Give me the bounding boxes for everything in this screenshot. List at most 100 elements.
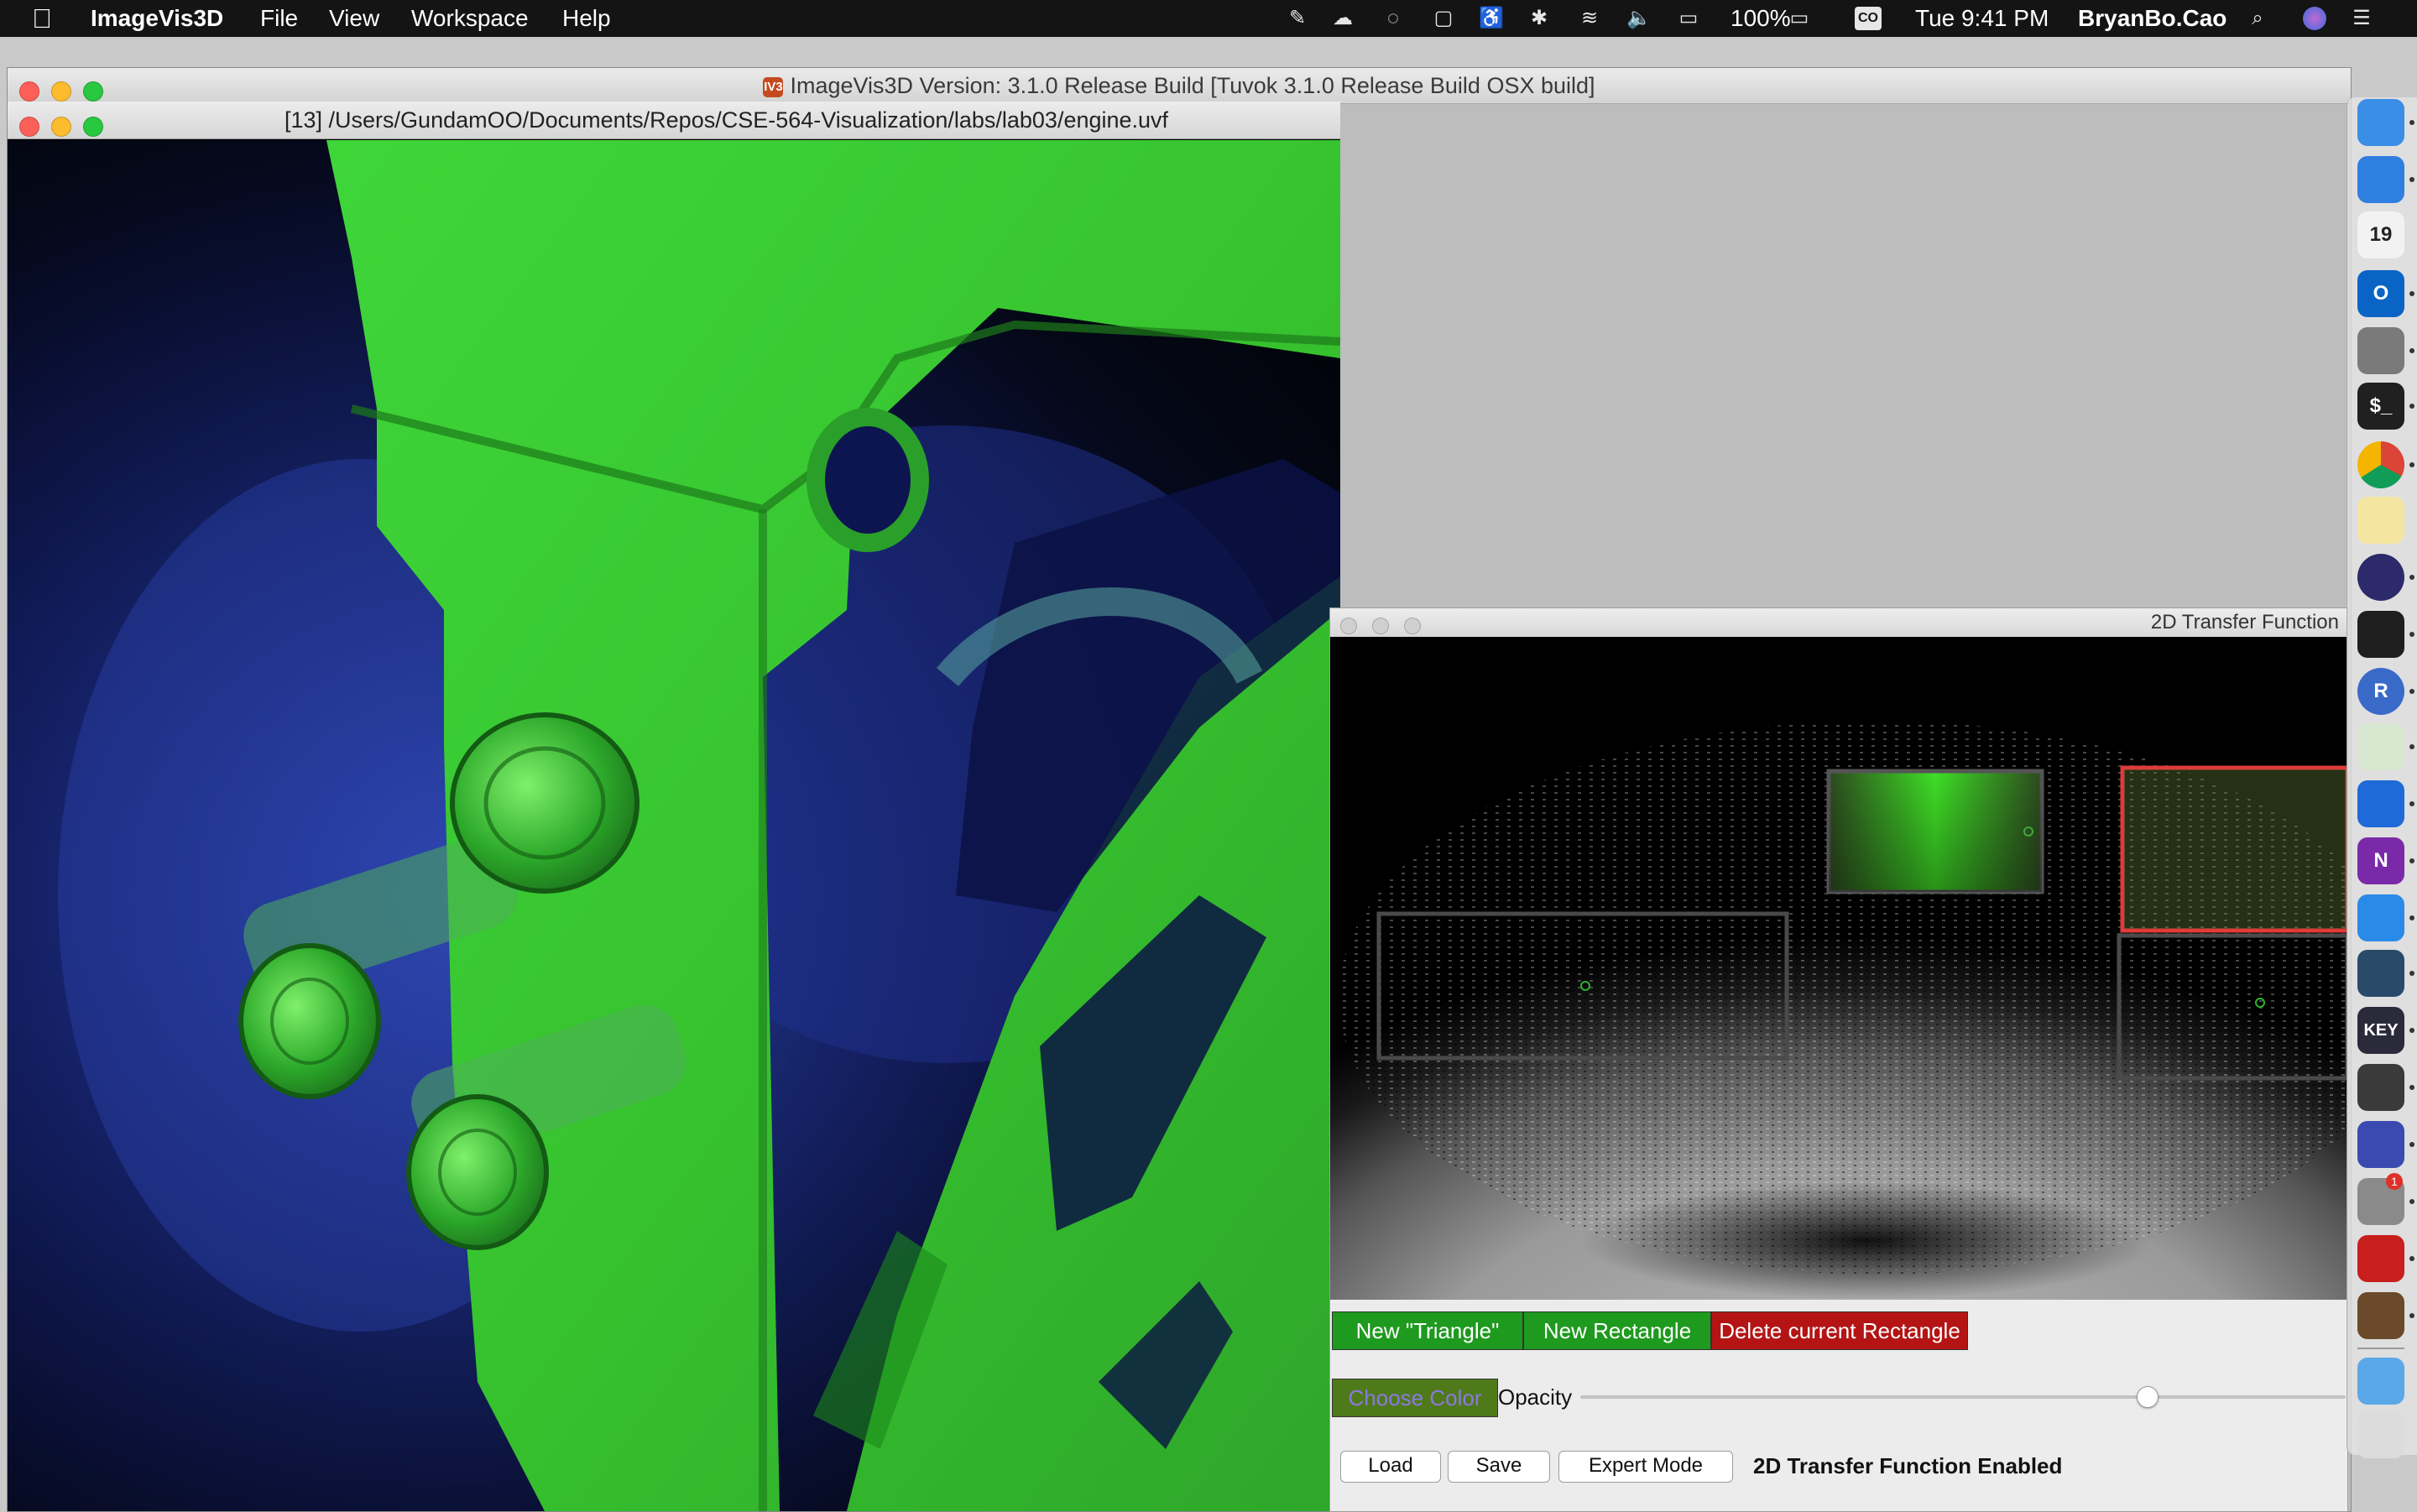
save-button[interactable]: Save — [1448, 1451, 1550, 1483]
load-button[interactable]: Load — [1340, 1451, 1441, 1483]
new-triangle-button[interactable]: New "Triangle" — [1332, 1311, 1523, 1350]
dock: 19 O $_ R N KEY 1 — [2347, 97, 2417, 1458]
menu-bar:  ImageVis3D File View Workspace Help ✎ … — [0, 0, 2417, 37]
zoom-icon[interactable] — [2357, 894, 2404, 941]
imagevis3d-icon[interactable] — [2357, 1292, 2404, 1339]
menu-help[interactable]: Help — [562, 0, 611, 37]
render-zoom-button[interactable] — [83, 117, 103, 137]
opacity-slider[interactable] — [1580, 1386, 2346, 1408]
close-button[interactable] — [19, 81, 39, 102]
dock-separator — [2357, 1348, 2404, 1349]
notification-center-icon[interactable]: ☰ — [2350, 7, 2373, 30]
menu-view[interactable]: View — [329, 0, 379, 37]
dock-running-indicator — [2409, 462, 2414, 467]
imagevis3d-logo: IV3 — [763, 76, 784, 97]
dock-running-indicator — [2409, 971, 2414, 976]
render-minimize-button[interactable] — [51, 117, 71, 137]
volume-render-viewport[interactable] — [8, 140, 1340, 1511]
tf-window-title: 2D Transfer Function — [2150, 611, 2339, 633]
user-name[interactable]: BryanBo.Cao — [2078, 0, 2226, 37]
tf-status-text: 2D Transfer Function Enabled — [1753, 1453, 2063, 1478]
tf-window-titlebar[interactable]: 2D Transfer Function — [1330, 608, 2347, 638]
dock-running-indicator — [2409, 801, 2414, 806]
onenote-icon[interactable]: N — [2357, 837, 2404, 884]
maps-icon[interactable] — [2357, 723, 2404, 770]
davinci-icon[interactable] — [2357, 1064, 2404, 1111]
chrome-icon[interactable] — [2357, 441, 2404, 488]
expert-mode-button[interactable]: Expert Mode — [1558, 1451, 1733, 1483]
terminal-icon[interactable]: $_ — [2357, 383, 2404, 430]
tf-close-button[interactable] — [1340, 618, 1357, 634]
launchpad-icon[interactable] — [2357, 327, 2404, 374]
volume-icon[interactable]: 🔈 — [1626, 7, 1652, 30]
dock-running-indicator — [2409, 575, 2414, 580]
sync-status-icon[interactable]: ◌ — [1381, 7, 1405, 30]
dock-running-indicator — [2409, 120, 2414, 125]
dock-running-indicator — [2409, 632, 2414, 637]
tf-histogram-canvas[interactable] — [1330, 637, 2347, 1300]
co-badge[interactable]: CO — [1855, 7, 1882, 30]
tf-histogram — [1330, 637, 2347, 1300]
engine-volume-rendering — [8, 140, 1340, 1511]
bluetooth-icon[interactable]: ✱ — [1527, 7, 1551, 30]
downloads-folder-icon[interactable] — [2357, 1358, 2404, 1405]
dock-running-indicator — [2409, 348, 2414, 353]
dock-notification-badge: 1 — [2386, 1173, 2403, 1190]
calendar-icon[interactable]: 19 — [2357, 211, 2404, 258]
dock-running-indicator — [2409, 1313, 2414, 1318]
transfer-function-window: 2D Transfer Function New "Triangle" New … — [1329, 607, 2348, 1512]
dock-running-indicator — [2409, 1199, 2414, 1204]
pen-status-icon[interactable]: ✎ — [1286, 7, 1309, 30]
dock-running-indicator — [2409, 1256, 2414, 1261]
app-menu[interactable]: ImageVis3D — [91, 0, 223, 37]
quicktime-icon[interactable] — [2357, 950, 2404, 997]
acrobat-icon[interactable] — [2357, 1235, 2404, 1282]
tf-zoom-button[interactable] — [1404, 618, 1421, 634]
apple-icon[interactable]:  — [32, 0, 52, 37]
finder-icon[interactable] — [2357, 99, 2404, 146]
menu-file[interactable]: File — [260, 0, 298, 37]
dock-running-indicator — [2409, 1085, 2414, 1090]
battery-percent[interactable]: 100% — [1731, 0, 1791, 37]
teamviewer-icon[interactable] — [2357, 780, 2404, 827]
airplay-icon[interactable]: ▭ — [1677, 7, 1700, 30]
dock-running-indicator — [2409, 177, 2414, 182]
color-icon[interactable] — [2357, 1121, 2404, 1168]
pen-app-icon[interactable] — [2357, 156, 2404, 203]
siri-icon[interactable] — [2303, 7, 2326, 30]
battery-icon[interactable]: ▭ — [1783, 7, 1816, 30]
dock-running-indicator — [2409, 1142, 2414, 1147]
keynote-icon[interactable]: KEY — [2357, 1007, 2404, 1054]
notes-icon[interactable] — [2357, 497, 2404, 544]
activity-monitor-icon[interactable] — [2357, 611, 2404, 658]
main-window-title: ImageVis3D Version: 3.1.0 Release Build … — [790, 73, 1595, 98]
choose-color-button[interactable]: Choose Color — [1332, 1379, 1498, 1417]
menu-workspace[interactable]: Workspace — [411, 0, 529, 37]
spotlight-search-icon[interactable]: ⌕ — [2246, 7, 2269, 30]
window-status-icon[interactable]: ▢ — [1432, 7, 1455, 30]
dock-running-indicator — [2409, 1028, 2414, 1033]
opacity-label: Opacity — [1498, 1384, 1573, 1410]
dock-running-indicator — [2409, 689, 2414, 694]
opacity-slider-thumb[interactable] — [2136, 1386, 2159, 1408]
accessibility-icon[interactable]: ♿ — [1479, 7, 1504, 30]
wifi-icon[interactable]: ≋ — [1578, 7, 1601, 30]
eclipse-icon[interactable] — [2357, 554, 2404, 601]
delete-rectangle-button[interactable]: Delete current Rectangle — [1711, 1311, 1968, 1350]
tf-minimize-button[interactable] — [1372, 618, 1389, 634]
clock[interactable]: Tue 9:41 PM — [1915, 0, 2049, 37]
cloud-status-icon[interactable]: ☁ — [1331, 7, 1355, 30]
outlook-icon[interactable]: O — [2357, 270, 2404, 317]
render-window-title: [13] /Users/GundamOO/Documents/Repos/CSE… — [285, 107, 1169, 133]
render-window-titlebar[interactable]: [13] /Users/GundamOO/Documents/Repos/CSE… — [8, 102, 1340, 139]
r-icon[interactable]: R — [2357, 668, 2404, 715]
trash-icon[interactable] — [2357, 1411, 2404, 1458]
minimize-button[interactable] — [51, 81, 71, 102]
zoom-button[interactable] — [83, 81, 103, 102]
new-rectangle-button[interactable]: New Rectangle — [1523, 1311, 1711, 1350]
main-window-titlebar[interactable]: IV3 ImageVis3D Version: 3.1.0 Release Bui… — [8, 68, 2351, 104]
render-window: [13] /Users/GundamOO/Documents/Repos/CSE… — [8, 102, 1340, 1511]
dock-running-indicator — [2409, 915, 2414, 920]
dock-running-indicator — [2409, 858, 2414, 863]
render-close-button[interactable] — [19, 117, 39, 137]
